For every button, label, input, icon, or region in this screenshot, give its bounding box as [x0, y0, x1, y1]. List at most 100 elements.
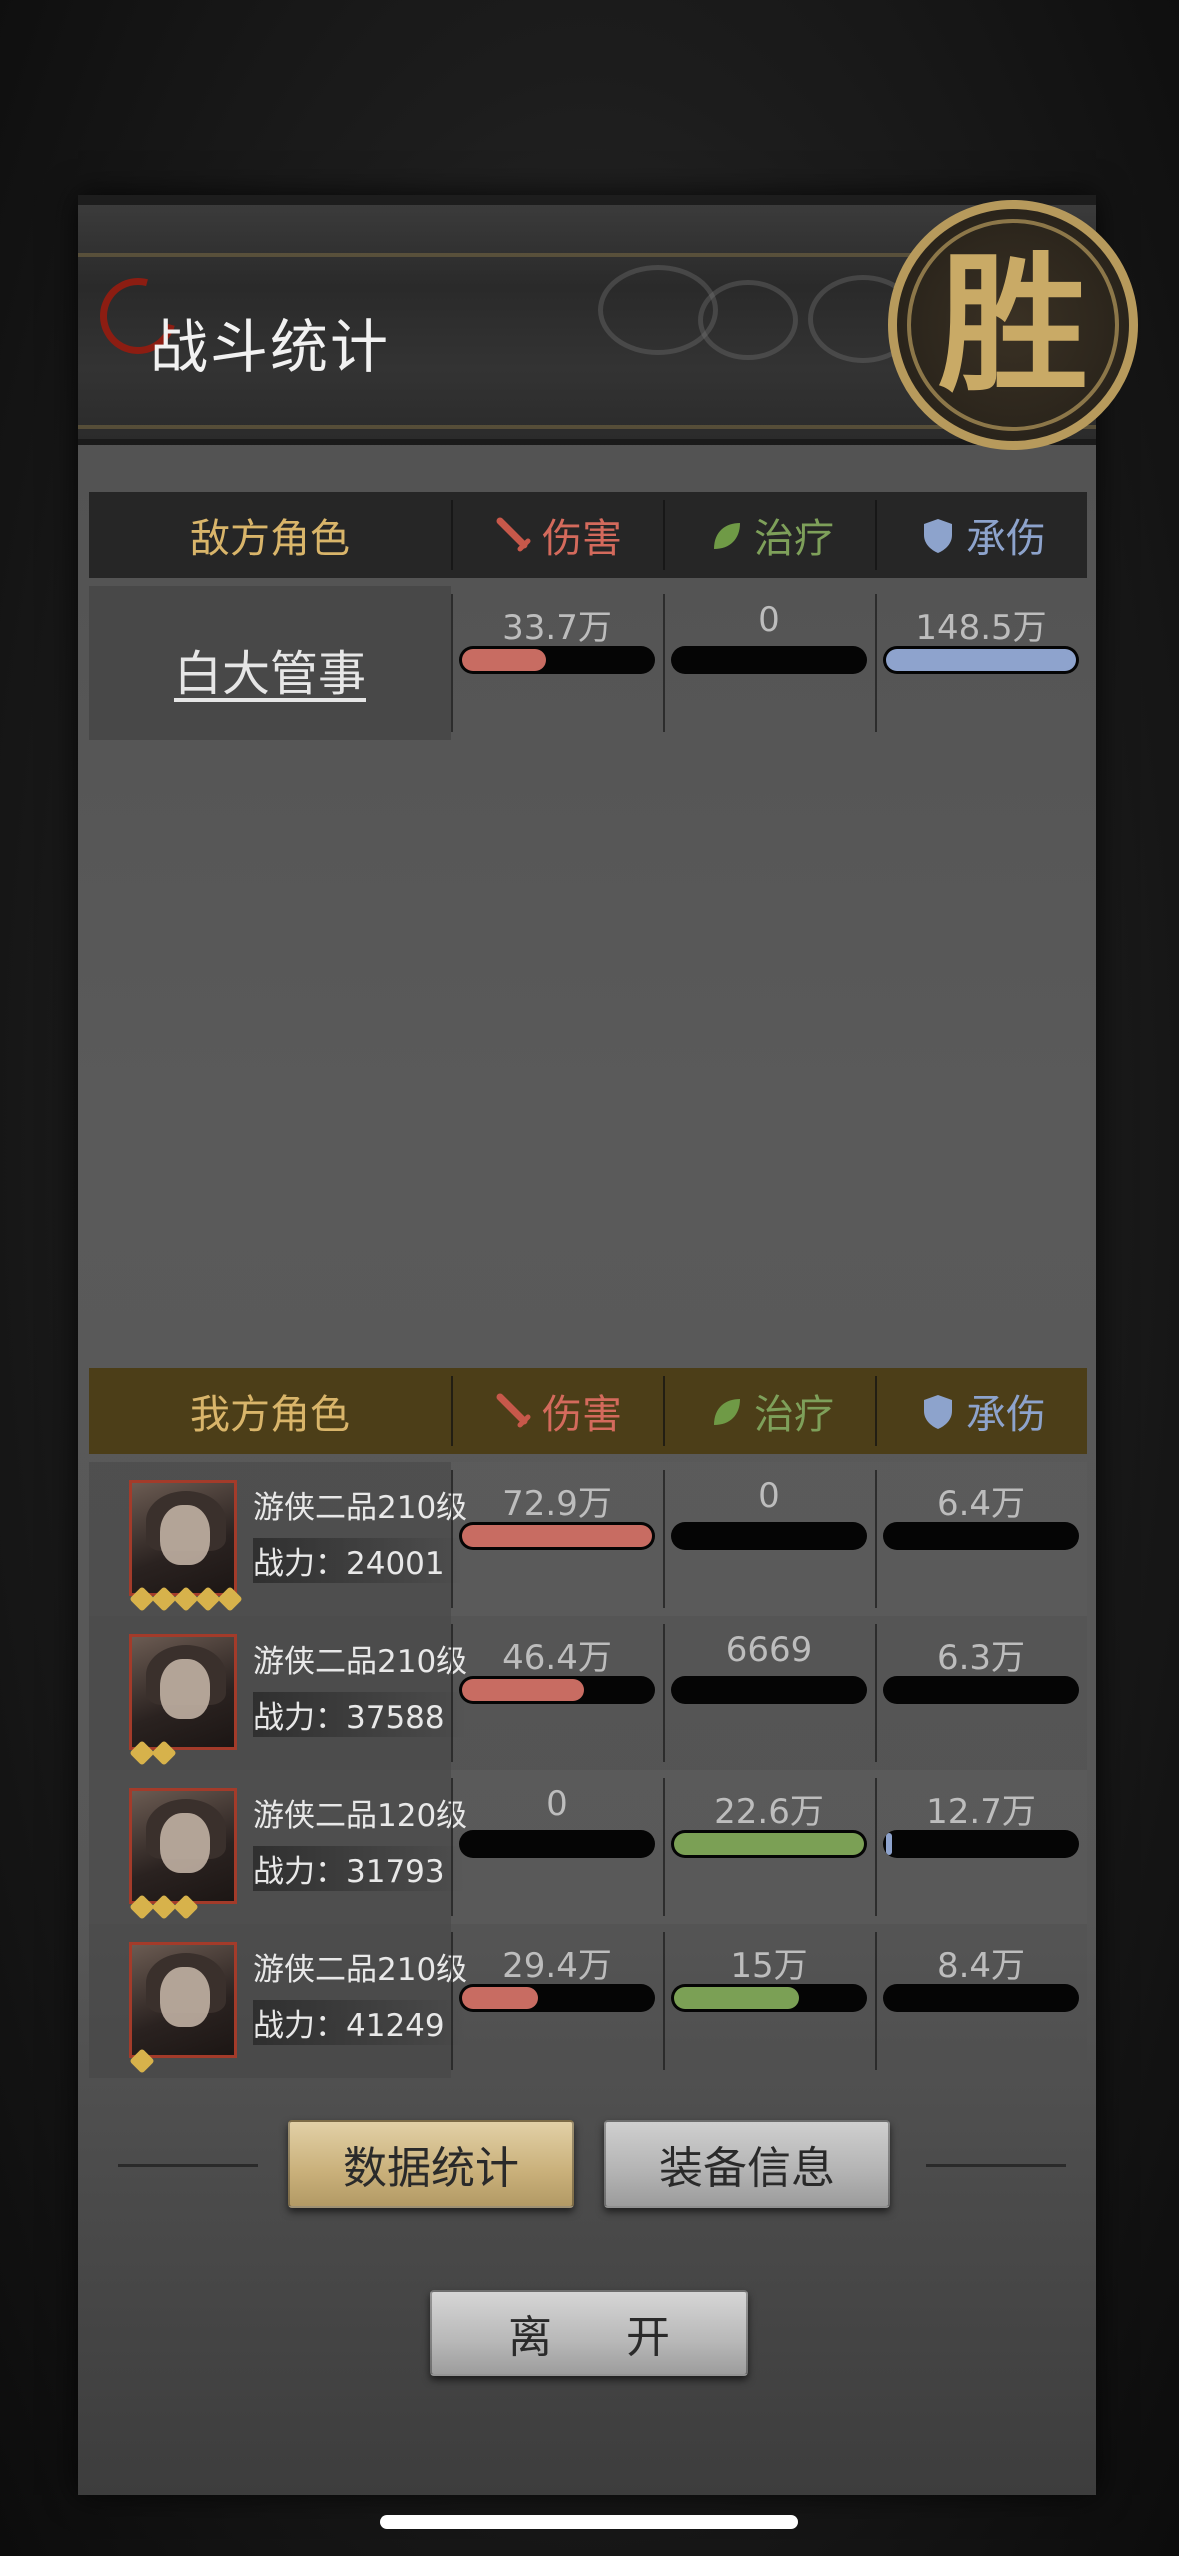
- heal-bar: [671, 1522, 867, 1550]
- hero-class-level: 游侠二品120级: [253, 1798, 468, 1834]
- equipment-info-button[interactable]: 装备信息: [604, 2120, 890, 2208]
- leaf-icon: [704, 513, 748, 557]
- tank-bar-fill: [886, 1833, 892, 1855]
- tank-column-header: 承伤: [875, 492, 1087, 578]
- heal-bar-fill: [674, 1987, 800, 2009]
- damage-label: 伤害: [542, 1392, 622, 1438]
- damage-bar-fill: [462, 649, 546, 671]
- tank-value: 8.4万: [936, 1946, 1026, 1986]
- page-title: 战斗统计: [150, 313, 391, 381]
- heal-bar: [671, 646, 867, 674]
- hero-class-level: 游侠二品210级: [253, 1952, 468, 1988]
- home-indicator[interactable]: [380, 2515, 798, 2529]
- heal-value: 22.6万: [714, 1792, 824, 1832]
- damage-cell: 72.9万: [451, 1462, 663, 1616]
- star-icon: [129, 1740, 155, 1766]
- avatar[interactable]: [129, 1634, 237, 1750]
- star-icon: [195, 1586, 221, 1612]
- victory-seal-text: 胜: [937, 237, 1088, 413]
- heal-bar: [671, 1676, 867, 1704]
- hero-power: 战力：37588: [253, 1692, 465, 1737]
- tank-bar: [883, 1676, 1079, 1704]
- heal-cell: 22.6万: [663, 1770, 875, 1924]
- damage-value: 29.4万: [502, 1946, 612, 1986]
- tank-label: 承伤: [966, 516, 1046, 562]
- avatar-face: [160, 1967, 210, 2027]
- star-rating: [129, 1740, 177, 1766]
- tank-value: 12.7万: [926, 1792, 1036, 1832]
- star-icon: [173, 1894, 199, 1920]
- enemy-name[interactable]: 白大管事: [89, 634, 451, 704]
- enemy-header-label: 敌方角色: [190, 516, 350, 562]
- star-icon: [173, 1586, 199, 1612]
- heal-value: 0: [758, 1476, 780, 1516]
- star-icon: [151, 1740, 177, 1766]
- star-icon: [151, 1894, 177, 1920]
- avatar-face: [160, 1659, 210, 1719]
- cloud-ornament: [698, 280, 798, 360]
- leaf-icon: [704, 1389, 748, 1433]
- ally-row[interactable]: 游侠二品120级战力：31793 0 22.6万 12.7万: [89, 1770, 1087, 1924]
- star-rating: [129, 1894, 199, 1920]
- leave-button[interactable]: 离 开: [430, 2290, 748, 2376]
- heal-column-header: 治疗: [663, 1368, 875, 1454]
- sword-icon: [492, 1389, 536, 1433]
- damage-value: 72.9万: [502, 1484, 612, 1524]
- star-rating: [129, 2048, 155, 2074]
- shield-icon: [916, 513, 960, 557]
- star-icon: [217, 1586, 243, 1612]
- heal-bar: [671, 1984, 867, 2012]
- heal-label: 治疗: [754, 1392, 834, 1438]
- tank-bar: [883, 1522, 1079, 1550]
- ally-name-cell: 游侠二品210级战力：41249: [89, 1924, 467, 2078]
- damage-value: 33.7万: [502, 608, 612, 648]
- heal-column-header: 治疗: [663, 492, 875, 578]
- enemy-row[interactable]: 白大管事 33.7万 0 148.5万: [89, 586, 1087, 740]
- ally-row[interactable]: 游侠二品210级 战力：24001 72.9万 0 6.4万: [89, 1462, 1087, 1616]
- heal-value: 15万: [730, 1946, 808, 1986]
- tank-value: 6.3万: [936, 1638, 1026, 1678]
- damage-cell: 46.4万: [451, 1616, 663, 1770]
- heal-bar: [671, 1830, 867, 1858]
- damage-cell: 29.4万: [451, 1924, 663, 2078]
- hero-power: 战力：31793: [253, 1846, 465, 1891]
- hero-class-level: 游侠二品210级: [253, 1644, 468, 1680]
- tank-cell: 148.5万: [875, 586, 1087, 740]
- heal-value: 6669: [725, 1630, 813, 1670]
- damage-value: 0: [546, 1784, 568, 1824]
- damage-bar: [459, 1522, 655, 1550]
- damage-column-header: 伤害: [451, 1368, 663, 1454]
- divider-line: [926, 2164, 1066, 2167]
- damage-bar-fill: [462, 1525, 652, 1547]
- ally-header: 我方角色 伤害 治疗 承伤: [89, 1368, 1087, 1454]
- damage-label: 伤害: [542, 516, 622, 562]
- damage-bar: [459, 646, 655, 674]
- data-stats-button[interactable]: 数据统计: [288, 2120, 574, 2208]
- damage-bar: [459, 1830, 655, 1858]
- damage-bar: [459, 1676, 655, 1704]
- avatar[interactable]: [129, 1480, 237, 1596]
- tank-bar: [883, 646, 1079, 674]
- tank-cell: 6.3万: [875, 1616, 1087, 1770]
- tank-cell: 8.4万: [875, 1924, 1087, 2078]
- tank-bar: [883, 1984, 1079, 2012]
- ally-name-cell: 游侠二品210级 战力：24001: [89, 1462, 467, 1616]
- avatar[interactable]: [129, 1788, 237, 1904]
- enemy-name-cell: 白大管事: [89, 586, 451, 740]
- ally-header-label: 我方角色: [190, 1392, 350, 1438]
- star-rating: [129, 1586, 243, 1612]
- ally-name-cell: 游侠二品210级战力：37588: [89, 1616, 467, 1770]
- hero-power: 战力：24001: [253, 1538, 465, 1583]
- shield-icon: [916, 1389, 960, 1433]
- divider-line: [118, 2164, 258, 2167]
- heal-cell: 15万: [663, 1924, 875, 2078]
- hero-power: 战力：41249: [253, 2000, 465, 2045]
- damage-cell: 0: [451, 1770, 663, 1924]
- tank-cell: 6.4万: [875, 1462, 1087, 1616]
- enemy-header: 敌方角色 伤害 治疗 承伤: [89, 492, 1087, 578]
- avatar[interactable]: [129, 1942, 237, 2058]
- tank-value: 6.4万: [936, 1484, 1026, 1524]
- ally-row[interactable]: 游侠二品210级战力：41249 29.4万 15万 8.4万: [89, 1924, 1087, 2078]
- star-icon: [151, 1586, 177, 1612]
- ally-row[interactable]: 游侠二品210级战力：37588 46.4万 6669 6.3万: [89, 1616, 1087, 1770]
